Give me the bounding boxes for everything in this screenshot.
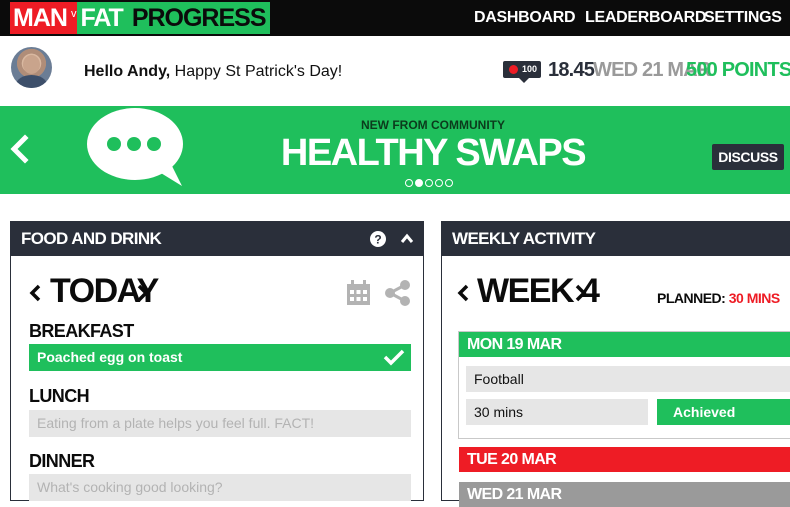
prev-day-icon[interactable] (28, 283, 42, 303)
carousel-dot[interactable] (405, 179, 413, 187)
avatar[interactable] (11, 47, 52, 88)
activity-panel-title: WEEKLY ACTIVITY (452, 229, 596, 248)
logo-progress: PROGRESS (125, 2, 270, 34)
breakfast-entry[interactable]: Poached egg on toast (29, 344, 411, 371)
dinner-placeholder: What's cooking good looking? (37, 479, 223, 495)
top-nav-bar: MAN v FAT PROGRESS DASHBOARD LEADERBOARD… (0, 0, 790, 36)
lunch-input[interactable]: Eating from a plate helps you feel full.… (29, 410, 411, 437)
dinner-input[interactable]: What's cooking good looking? (29, 474, 411, 501)
meal-label-lunch: LUNCH (29, 386, 90, 406)
greeting-hello: Hello Andy, (84, 63, 171, 80)
day-header-wed[interactable]: WED 21 MAR (459, 482, 790, 507)
carousel-dot[interactable] (445, 179, 453, 187)
greeting: Hello Andy, Happy St Patrick's Day! (84, 63, 342, 81)
record-dot-icon (509, 65, 518, 74)
next-day-icon[interactable] (136, 283, 150, 303)
activity-duration: 30 mins (474, 404, 524, 420)
chevron-up-icon[interactable] (400, 233, 414, 245)
activity-name-field[interactable]: Football (466, 366, 790, 392)
logo-fat: FAT (77, 2, 126, 34)
notification-badge[interactable]: 100 (503, 61, 541, 83)
banner-title: HEALTHY SWAPS (280, 132, 587, 174)
planned-value: 30 MINS (728, 290, 780, 306)
logo-v: v (69, 2, 78, 34)
breakfast-value: Poached egg on toast (37, 349, 183, 365)
current-time: 18.45 (548, 59, 595, 81)
carousel-dot-active[interactable] (415, 179, 423, 187)
manvfat-logo[interactable]: MAN v FAT PROGRESS (10, 2, 270, 34)
banner-subtitle: NEW FROM COMMUNITY (361, 118, 505, 132)
checkmark-icon (383, 349, 405, 366)
carousel-dots (405, 179, 453, 187)
lunch-placeholder: Eating from a plate helps you feel full.… (37, 415, 315, 431)
planned-summary: PLANNED: 30 MINS (657, 290, 780, 306)
community-banner: NEW FROM COMMUNITY HEALTHY SWAPS (0, 106, 790, 194)
meal-label-dinner: DINNER (29, 451, 95, 471)
help-icon-glyph: ? (374, 233, 381, 247)
carousel-dot[interactable] (435, 179, 443, 187)
meal-label-breakfast: BREAKFAST (29, 321, 134, 341)
prev-week-icon[interactable] (456, 283, 470, 303)
nav-settings[interactable]: SETTINGS (704, 0, 782, 36)
day-header-tue[interactable]: TUE 20 MAR (459, 447, 790, 472)
planned-label: PLANNED: (657, 290, 726, 306)
food-panel-title: FOOD AND DRINK (21, 229, 162, 248)
points-total: 500 POINTS ▲3 (686, 59, 790, 81)
next-week-icon[interactable] (574, 283, 588, 303)
carousel-dot[interactable] (425, 179, 433, 187)
achieved-button[interactable]: Achieved (657, 399, 790, 425)
nav-leaderboard[interactable]: LEADERBOARD (585, 0, 706, 36)
logo-man: MAN (10, 2, 70, 34)
badge-count: 100 (522, 64, 538, 74)
day-header-mon[interactable]: MON 19 MAR (459, 332, 790, 357)
activity-duration-field[interactable]: 30 mins (466, 399, 648, 425)
help-icon[interactable]: ? (370, 231, 386, 247)
calendar-icon[interactable] (346, 280, 371, 306)
greeting-message: Happy St Patrick's Day! (170, 63, 343, 80)
share-icon[interactable] (384, 279, 411, 307)
activity-panel-header: WEEKLY ACTIVITY (442, 222, 790, 256)
food-panel-header: FOOD AND DRINK (11, 222, 423, 256)
activity-name: Football (474, 371, 524, 387)
nav-dashboard[interactable]: DASHBOARD (474, 0, 576, 36)
discuss-button[interactable]: DISCUSS (712, 144, 784, 170)
